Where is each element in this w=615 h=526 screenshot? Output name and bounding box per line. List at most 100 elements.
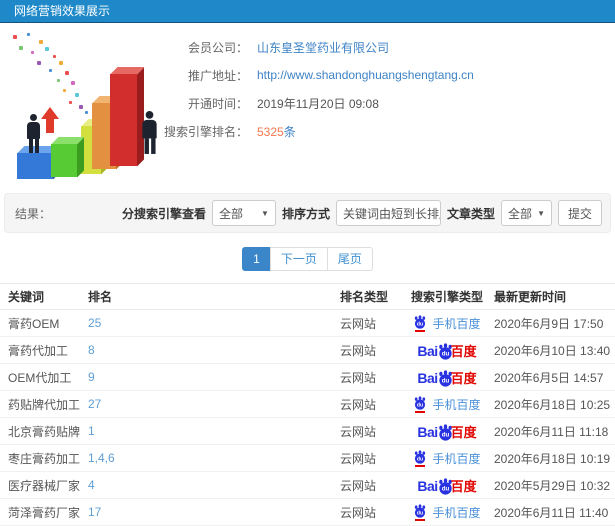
confetti-dot: [39, 40, 43, 44]
promo-url-label: 推广地址：: [187, 68, 248, 83]
chart-bar-green: [51, 144, 77, 177]
baidu-mobile-logo: du 手机百度: [413, 395, 481, 413]
rank-link[interactable]: 27: [88, 397, 101, 411]
up-arrow-icon: [41, 107, 59, 133]
keyword-cell: 膏药代加工: [8, 343, 69, 358]
header-rank: 排名: [88, 290, 113, 304]
baidu-pc-logo: Bai du 百度: [417, 369, 477, 387]
update-time-cell: 2020年6月11日 11:40: [494, 505, 609, 520]
member-info: 会员公司： 山东皇圣堂药业有限公司 推广地址： http://www.shand…: [150, 33, 611, 145]
header-update-time: 最新更新时间: [494, 290, 567, 304]
rank-type-cell: 云网站: [340, 478, 377, 493]
engine-label: 百度: [450, 424, 477, 440]
engine-filter-select[interactable]: 全部 ▼: [211, 200, 276, 226]
engine-cell: du 手机百度: [400, 395, 494, 413]
update-time-cell: 2020年6月10日 13:40: [494, 343, 611, 358]
rank-link[interactable]: 17: [88, 505, 101, 519]
rank-link[interactable]: 8: [88, 343, 95, 357]
keyword-cell: OEM代加工: [8, 370, 72, 385]
header-engine-type: 搜索引擎类型: [410, 290, 483, 304]
rank-link[interactable]: 25: [88, 316, 101, 330]
filter-bar: 结果： 分搜索引擎查看 全部 ▼ 排序方式 关键词由短到长排序 ▼ 文章类型 全…: [4, 193, 611, 233]
engine-cell: du 手机百度: [400, 449, 494, 467]
table-row: 药贴牌代加工 27 云网站 du 手机百度 2020年6月18日 10:25: [0, 391, 615, 418]
confetti-dot: [57, 79, 60, 82]
svg-text:du: du: [441, 485, 449, 492]
rank-link[interactable]: 1: [88, 424, 95, 438]
engine-filter-value: 全部: [218, 206, 243, 221]
rank-type-cell: 云网站: [340, 370, 377, 385]
rank-link[interactable]: 9: [88, 370, 95, 384]
keyword-cell: 北京膏药贴牌: [8, 424, 81, 439]
result-label: 结果：: [15, 206, 52, 221]
engine-label: 手机百度: [432, 316, 481, 331]
engine-label: 百度: [450, 343, 477, 359]
titlebar: 网络营销效果展示: [0, 0, 615, 23]
confetti-dot: [59, 61, 63, 65]
rank-link[interactable]: 1,4,6: [88, 451, 115, 465]
update-time-cell: 2020年6月18日 10:25: [494, 397, 611, 412]
engine-label: 百度: [450, 478, 477, 494]
sort-select[interactable]: 关键词由短到长排序 ▼: [335, 200, 441, 226]
page-last[interactable]: 尾页: [326, 247, 373, 271]
confetti-dot: [79, 105, 83, 109]
update-time-cell: 2020年6月9日 17:50: [494, 316, 604, 331]
table-row: 膏药OEM 25 云网站 du 手机百度 2020年6月9日 17:50: [0, 310, 615, 337]
confetti-dot: [69, 101, 72, 104]
baidu-red-underline: [415, 410, 426, 413]
keyword-cell: 膏药OEM: [8, 316, 60, 331]
open-time-value: 2019年11月20日 09:08: [257, 96, 379, 111]
confetti-dot: [85, 111, 88, 114]
page-next[interactable]: 下一页: [269, 247, 328, 271]
baidu-mobile-logo: du 手机百度: [413, 314, 481, 332]
rank-link[interactable]: 4: [88, 478, 95, 492]
baidu-pc-logo: Bai du 百度: [417, 477, 477, 495]
rank-type-cell: 云网站: [340, 397, 377, 412]
rank-unit[interactable]: 条: [284, 125, 296, 139]
baidu-paw-icon: du: [415, 395, 426, 410]
submit-button[interactable]: 提交: [557, 200, 602, 226]
engine-label: 手机百度: [432, 397, 481, 412]
confetti-dot: [19, 46, 23, 50]
confetti-dot: [65, 71, 69, 75]
company-link[interactable]: 山东皇圣堂药业有限公司: [257, 39, 389, 56]
article-type-value: 全部: [507, 206, 532, 221]
page-current[interactable]: 1: [242, 247, 271, 271]
svg-text:du: du: [417, 321, 423, 327]
baidu-red-underline: [415, 329, 426, 332]
header-keyword: 关键词: [8, 290, 45, 304]
engine-rank-value: 5325条: [257, 123, 296, 140]
info-row-open-time: 开通时间： 2019年11月20日 09:08: [150, 89, 611, 117]
table-row: 北京膏药贴牌 1 云网站 Bai du 百度 2020年6月11日 11:18: [0, 418, 615, 445]
baidu-paw-icon: du: [415, 449, 426, 464]
keyword-cell: 药贴牌代加工: [8, 397, 81, 412]
engine-filter-label: 分搜索引擎查看: [121, 206, 206, 221]
rank-type-cell: 云网站: [340, 316, 377, 331]
chart-bar-blue: [17, 153, 53, 179]
svg-text:du: du: [417, 456, 423, 462]
confetti-dot: [49, 69, 52, 72]
promo-url-link[interactable]: http://www.shandonghuangshengtang.cn: [257, 68, 474, 82]
table-header-row: 关键词 排名 排名类型 搜索引擎类型 最新更新时间: [0, 283, 615, 310]
svg-text:du: du: [441, 350, 449, 357]
article-type-label: 文章类型: [446, 206, 495, 221]
chevron-down-icon: ▼: [537, 208, 545, 218]
article-type-select[interactable]: 全部 ▼: [500, 200, 552, 226]
svg-text:du: du: [441, 431, 449, 438]
keyword-cell: 医疗器械厂家: [8, 478, 81, 493]
rank-type-cell: 云网站: [340, 451, 377, 466]
sort-label: 排序方式: [281, 206, 330, 221]
rank-type-cell: 云网站: [340, 343, 377, 358]
svg-text:du: du: [417, 510, 423, 516]
engine-label: 百度: [450, 370, 477, 386]
baidu-red-underline: [415, 464, 426, 467]
baidu-pc-logo: Bai du 百度: [417, 342, 477, 360]
confetti-dot: [53, 55, 56, 58]
engine-cell: Bai du 百度: [400, 369, 494, 387]
baidu-paw-icon: du: [415, 314, 426, 329]
rank-count: 5325: [257, 124, 284, 139]
chevron-down-icon: ▼: [261, 208, 269, 218]
confetti-dot: [27, 33, 30, 36]
confetti-dot: [13, 35, 17, 39]
baidu-mobile-logo: du 手机百度: [413, 503, 481, 521]
